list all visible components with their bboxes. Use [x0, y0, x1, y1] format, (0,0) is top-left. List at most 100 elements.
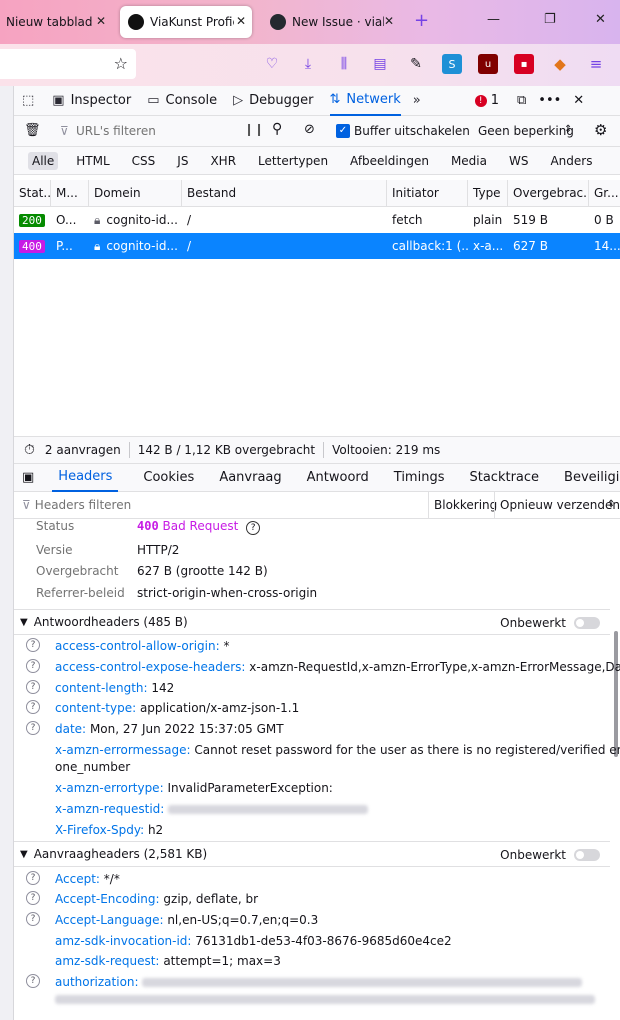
- tab-new-tab[interactable]: Nieuw tabblad ✕: [0, 6, 112, 38]
- block-button[interactable]: Blokkering: [434, 498, 497, 512]
- bookmark-star-icon[interactable]: ☆: [114, 54, 128, 73]
- column-transferred[interactable]: Overgebrac...: [508, 180, 589, 206]
- minimize-icon[interactable]: —: [487, 12, 500, 27]
- stopwatch-icon[interactable]: ⏱: [24, 442, 35, 458]
- response-headers-section[interactable]: ▼ Antwoordheaders (485 B) Onbewerkt: [14, 609, 610, 635]
- library-icon[interactable]: ⫼: [334, 54, 354, 74]
- throttle-select[interactable]: Geen beperking: [478, 124, 574, 138]
- search-icon[interactable]: ⚲: [272, 121, 282, 137]
- close-devtools-icon[interactable]: ✕: [573, 86, 584, 116]
- close-window-icon[interactable]: ✕: [595, 12, 606, 27]
- browser-tab-bar: Nieuw tabblad ✕ ViaKunst Profiel | ✕ New…: [0, 0, 620, 44]
- more-options-icon[interactable]: •••: [538, 86, 561, 116]
- ublock-icon[interactable]: u: [478, 54, 498, 74]
- pause-icon[interactable]: ❙❙: [244, 122, 264, 136]
- help-icon[interactable]: ?: [26, 700, 40, 714]
- headers-filter-input[interactable]: Headers filteren: [35, 498, 131, 512]
- headers-filter-bar: ⊽ Headers filteren Blokkering Opnieuw ve…: [14, 492, 620, 519]
- tab-security[interactable]: Beveiliging: [564, 463, 620, 492]
- console-icon: ▭: [147, 93, 160, 108]
- table-row[interactable]: 200 O... 🔒︎ cognito-id... / fetch plain 5…: [14, 207, 620, 233]
- type-filter-all[interactable]: Alle: [28, 151, 59, 170]
- tab-timings[interactable]: Timings: [394, 463, 445, 492]
- type-filter-images[interactable]: Afbeeldingen: [346, 152, 433, 170]
- type-filter-ws[interactable]: WS: [505, 152, 532, 170]
- help-icon[interactable]: ?: [26, 659, 40, 673]
- menu-icon[interactable]: ≡: [586, 54, 606, 74]
- downloads-icon[interactable]: ⤓: [298, 54, 318, 74]
- help-icon[interactable]: ?: [26, 891, 40, 905]
- settings-gear-icon[interactable]: ⚙: [594, 121, 607, 139]
- help-icon[interactable]: ?: [246, 521, 261, 535]
- column-initiator[interactable]: Initiator: [387, 180, 468, 206]
- new-tab-button[interactable]: +: [414, 10, 429, 31]
- domain-text: cognito-id...: [106, 239, 178, 253]
- close-tab-icon[interactable]: ✕: [384, 14, 394, 28]
- tab-cookies[interactable]: Cookies: [143, 463, 194, 492]
- tab-headers[interactable]: Headers: [52, 463, 119, 492]
- extension-s-icon[interactable]: S: [442, 54, 462, 74]
- finished-time: Voltooien: 219 ms: [332, 443, 441, 457]
- toggle-sidebar-icon[interactable]: ▣: [22, 470, 34, 485]
- metamask-icon[interactable]: ◆: [550, 54, 570, 74]
- file-cell: /: [187, 213, 192, 227]
- type-filter-js[interactable]: JS: [173, 152, 192, 170]
- close-tab-icon[interactable]: ✕: [236, 14, 246, 28]
- tab-github-issue[interactable]: New Issue · viak ✕: [266, 6, 400, 38]
- trash-icon[interactable]: 🗑: [24, 123, 41, 138]
- type-filter-html[interactable]: HTML: [72, 152, 113, 170]
- error-count[interactable]: ! 1: [474, 86, 499, 116]
- extension-icon[interactable]: ✎: [406, 54, 426, 74]
- help-icon[interactable]: ?: [26, 680, 40, 694]
- column-status[interactable]: Stat...: [14, 180, 51, 206]
- type-filter-css[interactable]: CSS: [128, 152, 160, 170]
- initiator-cell[interactable]: callback:1 (...: [387, 233, 468, 259]
- more-tools-chevron-icon[interactable]: »: [413, 86, 427, 116]
- column-size[interactable]: Gr...: [589, 180, 620, 206]
- extension-red-icon[interactable]: ▪: [514, 54, 534, 74]
- tab-response[interactable]: Antwoord: [307, 463, 369, 492]
- help-icon[interactable]: ?: [26, 721, 40, 735]
- type-filter-media[interactable]: Media: [447, 152, 491, 170]
- table-row[interactable]: 400 P... 🔒︎ cognito-id... / callback:1 (.…: [14, 233, 620, 259]
- scrollbar-thumb[interactable]: [614, 631, 618, 757]
- dock-icon[interactable]: ⧉: [517, 86, 526, 116]
- request-headers-section[interactable]: ▼ Aanvraagheaders (2,581 KB) Onbewerkt: [14, 841, 610, 867]
- help-icon[interactable]: ?: [26, 912, 40, 926]
- header-value: Cannot reset password for the user as th…: [194, 742, 620, 757]
- tab-console[interactable]: ▭ Console: [147, 86, 217, 116]
- raw-toggle[interactable]: [574, 849, 600, 861]
- column-domain[interactable]: Domein: [89, 180, 182, 206]
- tab-viakunst[interactable]: ViaKunst Profiel | ✕: [120, 6, 252, 38]
- header-value: application/x-amz-json-1.1: [139, 700, 300, 715]
- column-file[interactable]: Bestand: [182, 180, 387, 206]
- column-type[interactable]: Type: [468, 180, 508, 206]
- help-icon[interactable]: ?: [26, 871, 40, 885]
- help-icon[interactable]: ?: [26, 974, 40, 988]
- tab-request[interactable]: Aanvraag: [219, 463, 281, 492]
- collapse-chevron-icon[interactable]: ▼: [20, 617, 28, 628]
- tab-stacktrace[interactable]: Stacktrace: [469, 463, 539, 492]
- type-filter-xhr[interactable]: XHR: [206, 152, 240, 170]
- url-filter-input[interactable]: URL's filteren: [76, 124, 156, 138]
- collapse-chevron-icon[interactable]: ▼: [20, 849, 28, 860]
- help-icon[interactable]: ?: [26, 638, 40, 652]
- tab-debugger[interactable]: ▷ Debugger: [233, 86, 313, 116]
- url-bar[interactable]: ☆: [0, 49, 136, 79]
- close-tab-icon[interactable]: ✕: [96, 14, 106, 28]
- disable-cache-label: Buffer uitschakelen: [354, 124, 470, 138]
- type-filter-other[interactable]: Anders: [546, 152, 596, 170]
- resend-button[interactable]: Opnieuw verzenden: [500, 498, 620, 512]
- element-picker-icon[interactable]: ⬚: [22, 86, 40, 116]
- column-method[interactable]: M...: [51, 180, 89, 206]
- block-icon[interactable]: ⊘: [304, 122, 315, 137]
- type-filter-fonts[interactable]: Lettertypen: [254, 152, 332, 170]
- disable-cache-checkbox[interactable]: ✓: [336, 124, 350, 138]
- pocket-icon[interactable]: ♡: [262, 54, 282, 74]
- tab-network[interactable]: ⇅ Netwerk: [329, 86, 401, 116]
- restore-icon[interactable]: ❐: [544, 12, 556, 27]
- sidebar-icon[interactable]: ▤: [370, 54, 390, 74]
- navigation-bar: ☆ ♡ ⤓ ⫼ ▤ ✎ S u ▪ ◆ ≡: [0, 44, 620, 86]
- tab-inspector[interactable]: ▣ Inspector: [52, 86, 131, 116]
- raw-toggle[interactable]: [574, 617, 600, 629]
